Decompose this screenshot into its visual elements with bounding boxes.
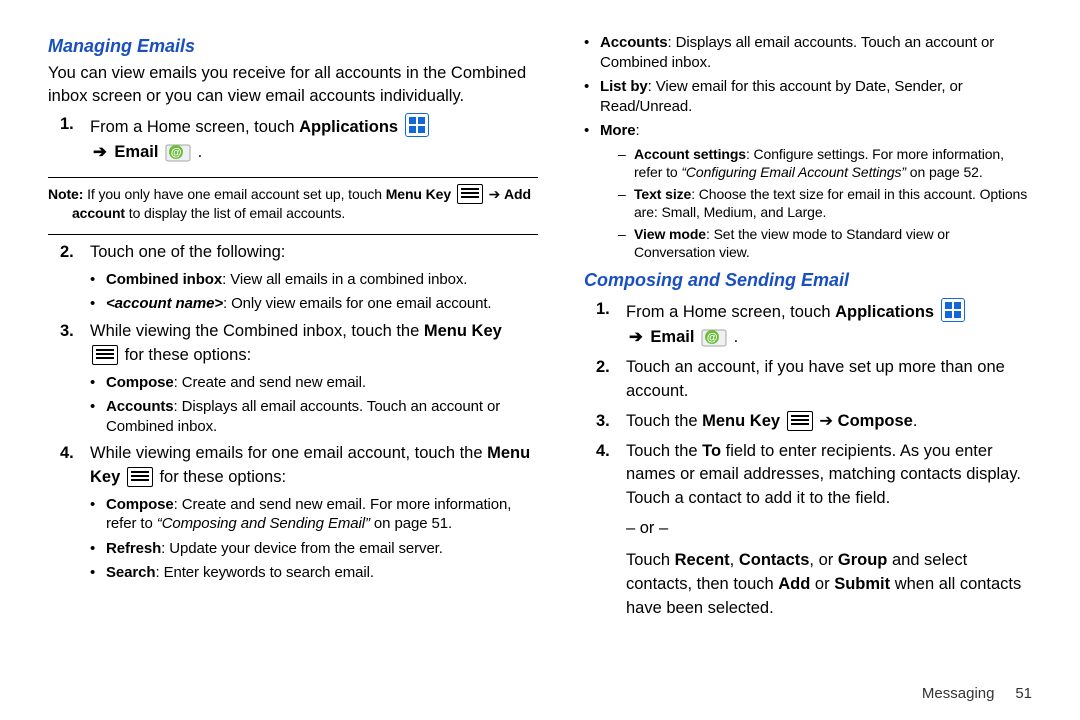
- step-3-text: While viewing the Combined inbox, touch …: [90, 322, 502, 364]
- bullet-combined-inbox: Combined inbox: View all emails in a com…: [90, 270, 538, 290]
- left-column: Managing Emails You can view emails you …: [48, 28, 538, 627]
- email-icon: [165, 140, 191, 162]
- c-step-4-text-b: Touch Recent, Contacts, or Group and sel…: [626, 551, 1021, 617]
- page-footer: Messaging 51: [922, 685, 1032, 702]
- step-3: 3. While viewing the Combined inbox, tou…: [48, 320, 538, 436]
- note-block: Note: If you only have one email account…: [48, 184, 538, 222]
- c-step-2: 2. Touch an account, if you have set up …: [584, 356, 1032, 404]
- step-1-text: From a Home screen, touch Applications ➔…: [90, 118, 431, 161]
- heading-managing-emails: Managing Emails: [48, 34, 538, 58]
- bullet-account-name: <account name>: Only view emails for one…: [90, 294, 538, 314]
- step-2: 2. Touch one of the following: Combined …: [48, 241, 538, 314]
- sub-text-size: Text size: Choose the text size for emai…: [618, 185, 1032, 221]
- menu-key-icon: [787, 411, 813, 431]
- bullet-search: Search: Enter keywords to search email.: [90, 563, 538, 583]
- step-4: 4. While viewing emails for one email ac…: [48, 442, 538, 583]
- c-step-1-text: From a Home screen, touch Applications ➔…: [626, 303, 967, 346]
- intro-text: You can view emails you receive for all …: [48, 62, 538, 107]
- right-column: Accounts: Displays all email accounts. T…: [584, 28, 1032, 627]
- c-step-1: 1. From a Home screen, touch Application…: [584, 298, 1032, 350]
- c-step-2-text: Touch an account, if you have set up mor…: [626, 358, 1005, 400]
- divider: [48, 177, 538, 178]
- sub-account-settings: Account settings: Configure settings. Fo…: [618, 145, 1032, 181]
- c-step-4-text-a: Touch the To field to enter recipients. …: [626, 442, 1021, 508]
- divider: [48, 234, 538, 235]
- email-icon: [701, 325, 727, 347]
- applications-icon: [405, 113, 429, 137]
- bullet-list-by: List by: View email for this account by …: [584, 77, 1032, 116]
- step-2-text: Touch one of the following:: [90, 243, 285, 261]
- c-step-3-text: Touch the Menu Key ➔ Compose.: [626, 412, 917, 430]
- or-separator: – or –: [626, 517, 1032, 541]
- footer-page-number: 51: [1015, 685, 1032, 702]
- heading-composing: Composing and Sending Email: [584, 268, 1032, 292]
- bullet-accounts: Accounts: Displays all email accounts. T…: [90, 397, 538, 436]
- bullet-more: More: Account settings: Configure settin…: [584, 121, 1032, 262]
- c-step-4: 4. Touch the To field to enter recipient…: [584, 440, 1032, 621]
- bullet-compose-2: Compose: Create and send new email. For …: [90, 495, 538, 534]
- bullet-accounts-r: Accounts: Displays all email accounts. T…: [584, 33, 1032, 72]
- c-step-3: 3. Touch the Menu Key ➔ Compose.: [584, 410, 1032, 434]
- footer-section: Messaging: [922, 685, 995, 702]
- step-1: 1. From a Home screen, touch Application…: [48, 113, 538, 165]
- applications-icon: [941, 298, 965, 322]
- sub-view-mode: View mode: Set the view mode to Standard…: [618, 225, 1032, 261]
- bullet-refresh: Refresh: Update your device from the ema…: [90, 539, 538, 559]
- menu-key-icon: [92, 345, 118, 365]
- step-4-text: While viewing emails for one email accou…: [90, 444, 530, 486]
- menu-key-icon: [457, 184, 483, 204]
- bullet-compose: Compose: Create and send new email.: [90, 373, 538, 393]
- menu-key-icon: [127, 467, 153, 487]
